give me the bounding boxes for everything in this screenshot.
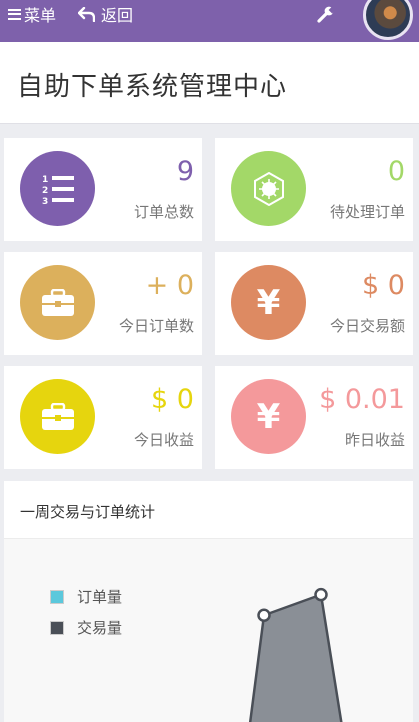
stat-value: 0 bbox=[387, 156, 405, 187]
stat-value: $ 0.01 bbox=[319, 384, 405, 415]
stat-icon-circle: ¥ bbox=[231, 265, 306, 340]
stat-card-today-orders[interactable]: + 0 今日订单数 bbox=[4, 252, 202, 355]
stat-label: 今日交易额 bbox=[329, 317, 405, 335]
stat-value: $ 0 bbox=[362, 270, 405, 301]
chart-svg bbox=[248, 587, 343, 722]
yen-icon: ¥ bbox=[256, 396, 281, 437]
stat-card-total-orders[interactable]: 1 2 3 9 订单总数 bbox=[4, 138, 202, 241]
stat-label: 今日订单数 bbox=[118, 317, 194, 335]
stat-value: $ 0 bbox=[151, 384, 194, 415]
avatar[interactable] bbox=[363, 0, 413, 40]
stat-card-yesterday-income[interactable]: ¥ $ 0.01 昨日收益 bbox=[215, 366, 413, 469]
stat-label: 待处理订单 bbox=[329, 203, 405, 221]
back-arrow-icon bbox=[78, 6, 95, 22]
stat-value: 9 bbox=[176, 156, 194, 187]
stat-card-today-volume[interactable]: ¥ $ 0 今日交易额 bbox=[215, 252, 413, 355]
back-label: 返回 bbox=[101, 6, 134, 25]
data-point[interactable] bbox=[257, 608, 271, 622]
menu-label: 菜单 bbox=[24, 6, 57, 25]
panel-header: 一周交易与订单统计 bbox=[4, 481, 413, 539]
stat-card-pending-orders[interactable]: 0 待处理订单 bbox=[215, 138, 413, 241]
stat-icon-circle bbox=[231, 151, 306, 226]
briefcase-icon bbox=[41, 288, 74, 316]
stat-icon-circle bbox=[20, 265, 95, 340]
page-title: 自助下单系统管理中心 bbox=[17, 72, 288, 102]
stat-label: 订单总数 bbox=[133, 203, 194, 221]
stat-icon-circle bbox=[20, 379, 95, 454]
top-navigation-bar: 菜单 返回 bbox=[0, 0, 419, 42]
stat-icon-circle: ¥ bbox=[231, 379, 306, 454]
ordered-list-icon: 1 2 3 bbox=[42, 175, 74, 206]
menu-button[interactable]: 菜单 bbox=[8, 4, 57, 25]
chart-plot-area: 订单量 交易量 bbox=[4, 539, 413, 722]
weekly-stats-panel: 一周交易与订单统计 订单量 交易量 bbox=[4, 481, 413, 722]
svg-text:3: 3 bbox=[42, 197, 48, 206]
stat-label: 今日收益 bbox=[133, 431, 194, 449]
wrench-icon[interactable] bbox=[317, 5, 335, 23]
yen-icon: ¥ bbox=[256, 282, 281, 323]
briefcase-icon bbox=[41, 402, 74, 430]
hamburger-icon bbox=[8, 8, 21, 20]
back-button[interactable]: 返回 bbox=[78, 4, 134, 25]
page-header: 自助下单系统管理中心 bbox=[0, 42, 419, 124]
data-point[interactable] bbox=[314, 587, 328, 602]
gear-badge-icon bbox=[253, 171, 284, 206]
stat-value: + 0 bbox=[145, 270, 194, 301]
svg-text:1: 1 bbox=[42, 175, 48, 185]
stat-icon-circle: 1 2 3 bbox=[20, 151, 95, 226]
stat-label: 昨日收益 bbox=[344, 431, 405, 449]
stat-card-today-income[interactable]: $ 0 今日收益 bbox=[4, 366, 202, 469]
svg-text:2: 2 bbox=[42, 186, 48, 196]
panel-title: 一周交易与订单统计 bbox=[20, 503, 156, 521]
